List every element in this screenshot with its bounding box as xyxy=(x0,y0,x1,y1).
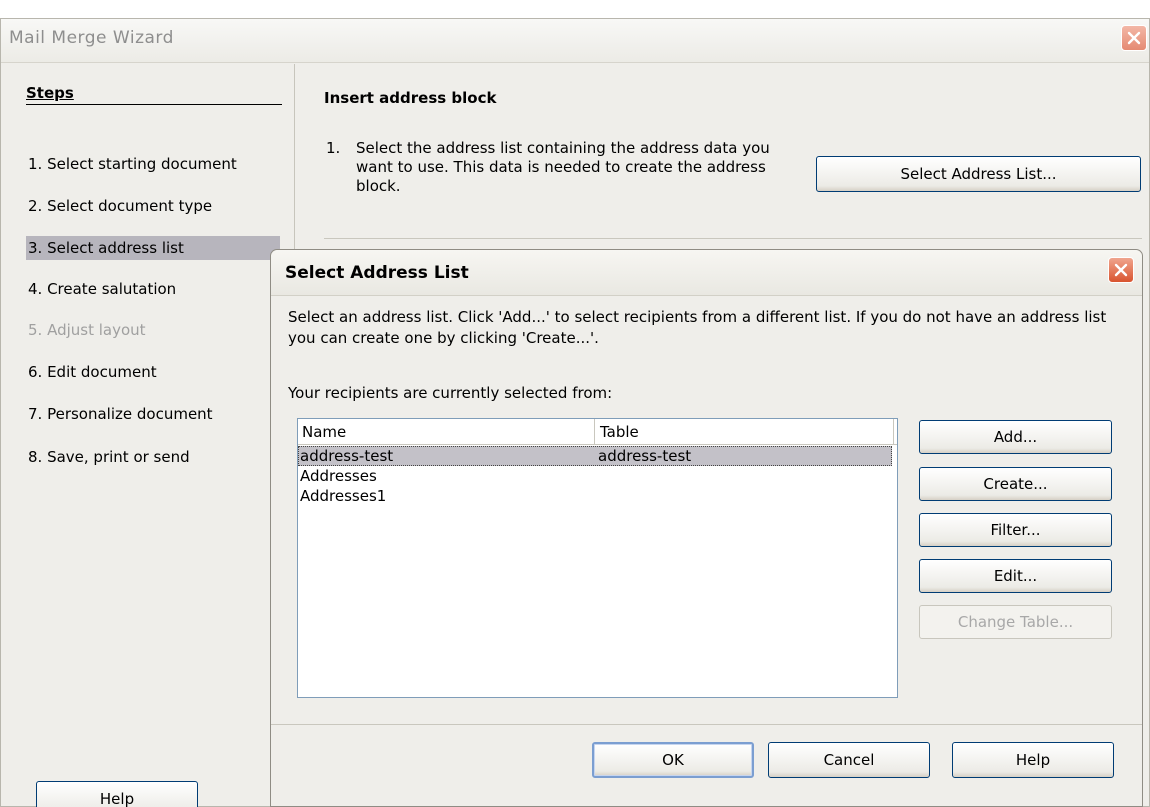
instruction-text: Select the address list containing the a… xyxy=(356,139,770,195)
row-name: Addresses xyxy=(300,467,377,485)
dialog-title: Select Address List xyxy=(285,263,469,283)
steps-heading: Steps xyxy=(26,84,282,105)
column-header-name[interactable]: Name xyxy=(302,423,346,441)
instruction-text-block: 1. Select the address list containing th… xyxy=(326,139,796,196)
wizard-title: Mail Merge Wizard xyxy=(9,28,174,48)
wizard-help-button[interactable]: Help xyxy=(36,781,198,807)
step-create-salutation[interactable]: 4. Create salutation xyxy=(26,277,280,301)
step-select-document-type[interactable]: 2. Select document type xyxy=(26,194,280,218)
row-table: address-test xyxy=(598,447,692,465)
dialog-separator xyxy=(271,724,1142,725)
column-divider[interactable] xyxy=(594,419,595,445)
row-name: address-test xyxy=(300,447,394,465)
close-icon xyxy=(1114,263,1128,277)
step-edit-document[interactable]: 6. Edit document xyxy=(26,360,280,384)
ok-button[interactable]: OK xyxy=(592,742,754,778)
table-row[interactable]: Addresses xyxy=(298,466,892,486)
column-header-table[interactable]: Table xyxy=(600,423,639,441)
dialog-titlebar: Select Address List xyxy=(271,250,1142,296)
separator xyxy=(324,238,1142,239)
row-name: Addresses1 xyxy=(300,487,387,505)
step-personalize-document[interactable]: 7. Personalize document xyxy=(26,402,280,426)
create-button[interactable]: Create... xyxy=(919,467,1112,501)
dialog-description: Select an address list. Click 'Add...' t… xyxy=(288,308,1107,347)
table-row[interactable]: Addresses1 xyxy=(298,486,892,506)
filter-button[interactable]: Filter... xyxy=(919,513,1112,547)
step-adjust-layout: 5. Adjust layout xyxy=(28,321,146,339)
dialog-help-button[interactable]: Help xyxy=(952,742,1114,778)
address-list-table[interactable]: Name Table address-test address-test Add… xyxy=(297,418,898,698)
step-select-address-list[interactable]: 3. Select address list xyxy=(26,236,280,260)
step-select-starting-document[interactable]: 1. Select starting document xyxy=(26,152,280,176)
add-button[interactable]: Add... xyxy=(919,420,1112,454)
column-divider[interactable] xyxy=(893,419,894,445)
step-save-print-send[interactable]: 8. Save, print or send xyxy=(26,445,280,469)
select-address-list-button[interactable]: Select Address List... xyxy=(816,156,1141,192)
wizard-titlebar: Mail Merge Wizard xyxy=(1,19,1149,63)
close-icon xyxy=(1127,31,1141,45)
select-address-list-dialog: Select Address List Select an address li… xyxy=(270,249,1143,807)
change-table-button: Change Table... xyxy=(919,605,1112,639)
cancel-button[interactable]: Cancel xyxy=(768,742,930,778)
dialog-close-button[interactable] xyxy=(1108,257,1134,283)
table-row[interactable]: address-test address-test xyxy=(298,446,892,466)
steps-pane: Steps 1. Select starting document 2. Sel… xyxy=(1,64,295,807)
section-heading: Insert address block xyxy=(324,89,497,107)
edit-button[interactable]: Edit... xyxy=(919,559,1112,593)
instruction-number: 1. xyxy=(326,139,341,157)
table-header: Name Table xyxy=(298,419,897,445)
wizard-close-button[interactable] xyxy=(1121,25,1147,51)
current-source-label: Your recipients are currently selected f… xyxy=(288,384,613,402)
